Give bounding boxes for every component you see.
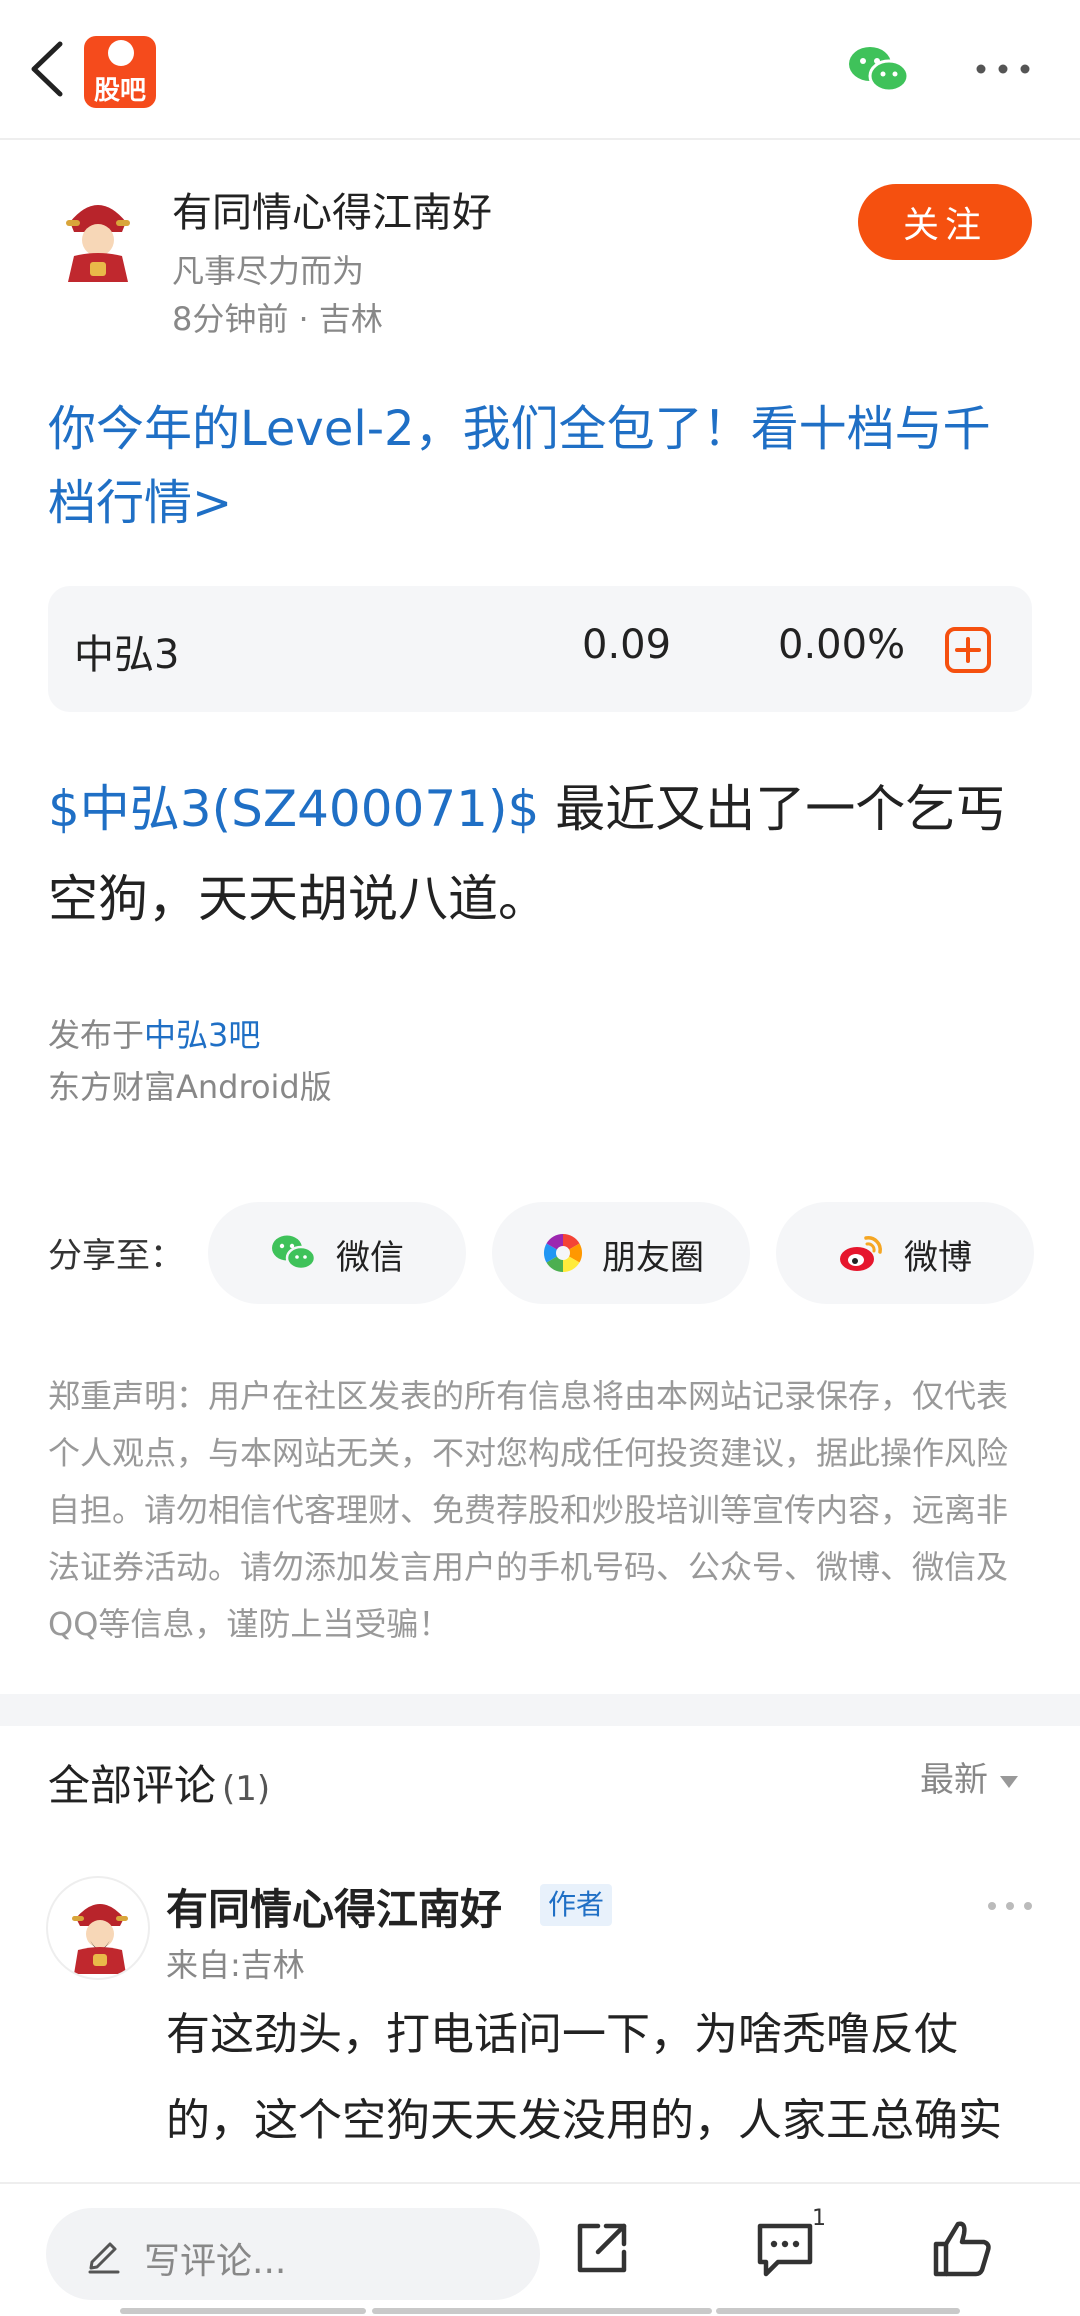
stock-name: 中弘3	[74, 632, 180, 678]
stock-change-percent: 0.00%	[778, 622, 906, 668]
comment-more-icon[interactable]	[986, 1896, 1034, 1916]
pen-icon	[88, 2242, 120, 2274]
published-prefix: 发布于	[48, 1016, 145, 1054]
author-badge: 作者	[540, 1884, 613, 1926]
add-to-watchlist-icon[interactable]	[944, 626, 992, 674]
comment-input[interactable]: 写评论...	[46, 2208, 540, 2300]
commenter-avatar[interactable]	[46, 1876, 150, 1980]
comment-location: 来自:吉林	[166, 1946, 305, 1984]
nav-hint-segment	[716, 2308, 960, 2314]
client-source: 东方财富Android版	[48, 1068, 332, 1106]
post-content: $中弘3(SZ400071)$ 最近又出了一个乞丐空狗，天天胡说八道。	[48, 764, 1038, 944]
published-in: 发布于中弘3吧	[48, 1010, 260, 1056]
author-signature: 凡事尽力而为	[172, 252, 365, 290]
comment-text: 有这劲头，打电话问一下，为啥秃噜反仗的，这个空狗天天发没用的，人家王总确实是去过…	[166, 2009, 1002, 2182]
legal-disclaimer: 郑重声明：用户在社区发表的所有信息将由本网站记录保存，仅代表个人观点，与本网站无…	[48, 1377, 1009, 1643]
sort-label: 最新	[920, 1760, 988, 1800]
comments-header: 全部评论 (1)	[48, 1752, 270, 1813]
caret-down-icon	[1000, 1775, 1018, 1788]
wechat-icon	[272, 1235, 316, 1271]
author-name[interactable]: 有同情心得江南好	[172, 180, 492, 238]
comments-title: 全部评论	[48, 1761, 217, 1810]
stock-quote-card[interactable]: 中弘3 0.09 0.00%	[48, 586, 1032, 712]
share-icon[interactable]	[574, 2220, 630, 2276]
share-label: 分享至：	[48, 1236, 184, 1276]
share-wechat-label: 微信	[336, 1238, 404, 1278]
stock-price: 0.09	[582, 622, 672, 668]
moments-icon	[543, 1234, 583, 1272]
follow-button[interactable]: 关注	[858, 184, 1032, 260]
stock-tag-link[interactable]: $中弘3(SZ400071)$	[48, 780, 539, 838]
nav-hint-segment	[372, 2308, 712, 2314]
comment-sort-dropdown[interactable]: 最新	[920, 1752, 1018, 1801]
back-arrow-icon[interactable]	[22, 38, 72, 100]
level2-promo-link[interactable]: 你今年的Level-2，我们全包了！看十档与千档行情>	[48, 392, 1028, 540]
section-divider	[0, 1694, 1080, 1726]
guba-logo[interactable]: 股吧	[84, 36, 156, 108]
more-options-icon[interactable]	[974, 56, 1032, 82]
board-link[interactable]: 中弘3吧	[144, 1016, 260, 1054]
comment-count-badge: 1	[812, 2206, 826, 2231]
share-moments-label: 朋友圈	[602, 1238, 704, 1278]
weibo-icon	[840, 1236, 882, 1271]
share-weibo-label: 微博	[904, 1238, 972, 1278]
share-weibo-button[interactable]: 微博	[776, 1202, 1034, 1304]
top-navigation-bar: 股吧	[0, 0, 1080, 140]
comments-count: (1)	[222, 1769, 271, 1809]
nav-hint-segment	[120, 2308, 366, 2314]
author-avatar[interactable]	[56, 192, 140, 284]
logo-plane-icon	[108, 40, 134, 66]
gesture-navigation-hint	[0, 2306, 1080, 2316]
logo-text: 股吧	[93, 76, 146, 106]
post-time-location: 8分钟前 · 吉林	[172, 300, 383, 338]
share-wechat-button[interactable]: 微信	[208, 1202, 466, 1304]
comment-placeholder: 写评论...	[144, 2241, 287, 2282]
commenter-avatar-image	[72, 1904, 128, 1974]
comments-icon[interactable]	[754, 2220, 816, 2278]
like-thumb-icon[interactable]	[932, 2218, 992, 2278]
bottom-action-bar: 写评论... 1	[0, 2182, 1080, 2316]
wechat-share-icon[interactable]	[846, 44, 910, 96]
share-moments-button[interactable]: 朋友圈	[492, 1202, 750, 1304]
comment-author-name[interactable]: 有同情心得江南好	[166, 1876, 502, 1937]
